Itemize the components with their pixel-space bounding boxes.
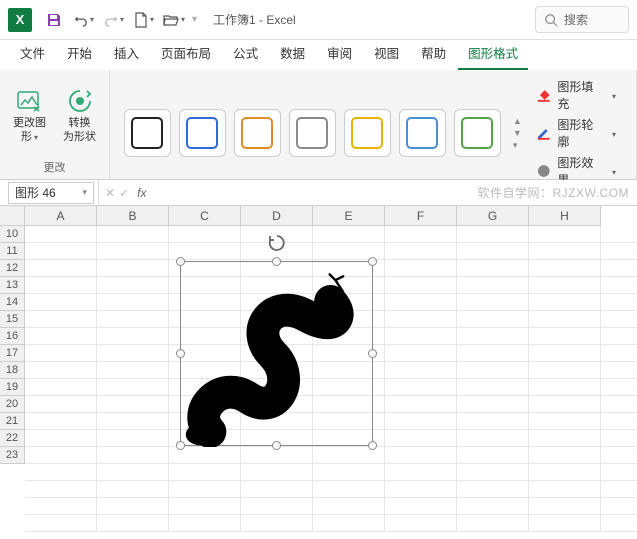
- row-header[interactable]: 20: [0, 396, 25, 413]
- name-box-value: 图形 46: [15, 184, 56, 201]
- shape-fill-button[interactable]: 图形填充: [536, 78, 616, 112]
- document-title: 工作簿1 - Excel: [213, 11, 296, 28]
- row-header[interactable]: 14: [0, 294, 25, 311]
- chevron-down-icon[interactable]: ▾: [82, 187, 87, 198]
- style-gallery-up-icon[interactable]: ▲: [513, 116, 522, 126]
- tab-page-layout[interactable]: 页面布局: [151, 37, 221, 70]
- watermark-text: 软件自学网：RJZXW.COM: [478, 184, 630, 201]
- col-header[interactable]: E: [313, 206, 385, 226]
- tab-formulas[interactable]: 公式: [223, 37, 268, 70]
- col-header[interactable]: H: [529, 206, 601, 226]
- change-graphic-label: 更改图 形: [13, 117, 46, 143]
- undo-button[interactable]: [70, 6, 98, 34]
- change-graphic-button[interactable]: 更改图 形: [8, 81, 52, 151]
- tab-insert[interactable]: 插入: [104, 37, 149, 70]
- file-icon: [134, 12, 148, 28]
- search-input[interactable]: 搜索: [535, 6, 629, 33]
- save-button[interactable]: [40, 6, 68, 34]
- tab-file[interactable]: 文件: [10, 37, 55, 70]
- redo-icon: [104, 13, 118, 27]
- name-box[interactable]: 图形 46 ▾: [8, 182, 94, 204]
- style-preset-6[interactable]: [454, 109, 501, 157]
- convert-to-shape-button[interactable]: 转换 为形状: [58, 81, 102, 151]
- folder-open-icon: [163, 13, 179, 27]
- open-folder-button[interactable]: [160, 6, 188, 34]
- tab-help[interactable]: 帮助: [411, 37, 456, 70]
- col-header[interactable]: F: [385, 206, 457, 226]
- row-header[interactable]: 17: [0, 345, 25, 362]
- col-header[interactable]: A: [25, 206, 97, 226]
- cancel-formula-button[interactable]: ✕: [105, 186, 115, 200]
- new-file-button[interactable]: [130, 6, 158, 34]
- ribbon: 更改图 形 转换 为形状 更改 ▲ ▼ ▾: [0, 70, 637, 180]
- row-header[interactable]: 11: [0, 243, 25, 260]
- select-all-corner[interactable]: [0, 206, 25, 226]
- tab-view[interactable]: 视图: [364, 37, 409, 70]
- row-header[interactable]: 19: [0, 379, 25, 396]
- style-preset-2[interactable]: [234, 109, 281, 157]
- col-header[interactable]: D: [241, 206, 313, 226]
- shape-fill-outline-effects: 图形填充 图形轮廓 图形效果: [530, 74, 622, 192]
- style-preset-0[interactable]: [124, 109, 171, 157]
- save-icon: [46, 12, 62, 28]
- excel-logo-icon: X: [8, 8, 32, 32]
- effects-icon: [536, 163, 552, 179]
- tab-graphic-format[interactable]: 图形格式: [458, 37, 528, 70]
- style-preset-4[interactable]: [344, 109, 391, 157]
- row-header[interactable]: 15: [0, 311, 25, 328]
- spreadsheet-grid[interactable]: A B C D E F G H 10 11 12 13 14 15 16 17 …: [0, 206, 637, 539]
- title-bar: X ▾ 工作簿1 - Excel 搜索: [0, 0, 637, 40]
- undo-icon: [74, 13, 88, 27]
- redo-button[interactable]: [100, 6, 128, 34]
- pen-icon: [536, 125, 552, 141]
- qat-overflow-icon[interactable]: ▾: [192, 14, 197, 25]
- tab-home[interactable]: 开始: [57, 37, 102, 70]
- convert-to-shape-label: 转换 为形状: [63, 117, 96, 143]
- ribbon-group-styles: ▲ ▼ ▾ 图形填充 图形轮廓 图形效果 图形样式: [110, 70, 637, 179]
- style-preset-5[interactable]: [399, 109, 446, 157]
- style-gallery-more-icon[interactable]: ▾: [513, 140, 522, 151]
- snake-shape-icon[interactable]: [181, 262, 374, 447]
- tab-review[interactable]: 审阅: [317, 37, 362, 70]
- rotate-handle-icon[interactable]: [268, 234, 286, 255]
- style-preset-1[interactable]: [179, 109, 226, 157]
- search-icon: [544, 13, 558, 27]
- formula-bar: 图形 46 ▾ ✕ ✓ fx 软件自学网：RJZXW.COM: [0, 180, 637, 206]
- col-header[interactable]: G: [457, 206, 529, 226]
- col-header[interactable]: B: [97, 206, 169, 226]
- style-gallery-down-icon[interactable]: ▼: [513, 128, 522, 138]
- row-header[interactable]: 18: [0, 362, 25, 379]
- change-graphic-icon: [16, 87, 44, 115]
- tab-data[interactable]: 数据: [270, 37, 315, 70]
- row-header[interactable]: 22: [0, 430, 25, 447]
- quick-access-toolbar: ▾: [40, 6, 199, 34]
- shape-outline-button[interactable]: 图形轮廓: [536, 116, 616, 150]
- ribbon-tabs: 文件 开始 插入 页面布局 公式 数据 审阅 视图 帮助 图形格式: [0, 40, 637, 70]
- column-headers: A B C D E F G H: [0, 206, 601, 226]
- row-header[interactable]: 12: [0, 260, 25, 277]
- style-preset-3[interactable]: [289, 109, 336, 157]
- selected-shape-frame[interactable]: [180, 261, 373, 446]
- accept-formula-button[interactable]: ✓: [119, 186, 129, 200]
- row-headers: 10 11 12 13 14 15 16 17 18 19 20 21 22 2…: [0, 226, 25, 464]
- row-header[interactable]: 21: [0, 413, 25, 430]
- ribbon-group-change-label: 更改: [6, 157, 103, 177]
- col-header[interactable]: C: [169, 206, 241, 226]
- fx-icon[interactable]: fx: [137, 186, 146, 200]
- row-header[interactable]: 23: [0, 447, 25, 464]
- row-header[interactable]: 13: [0, 277, 25, 294]
- ribbon-group-change: 更改图 形 转换 为形状 更改: [0, 70, 110, 179]
- row-header[interactable]: 16: [0, 328, 25, 345]
- row-header[interactable]: 10: [0, 226, 25, 243]
- paint-bucket-icon: [536, 87, 552, 103]
- convert-to-shape-icon: [66, 87, 94, 115]
- search-placeholder: 搜索: [564, 11, 588, 28]
